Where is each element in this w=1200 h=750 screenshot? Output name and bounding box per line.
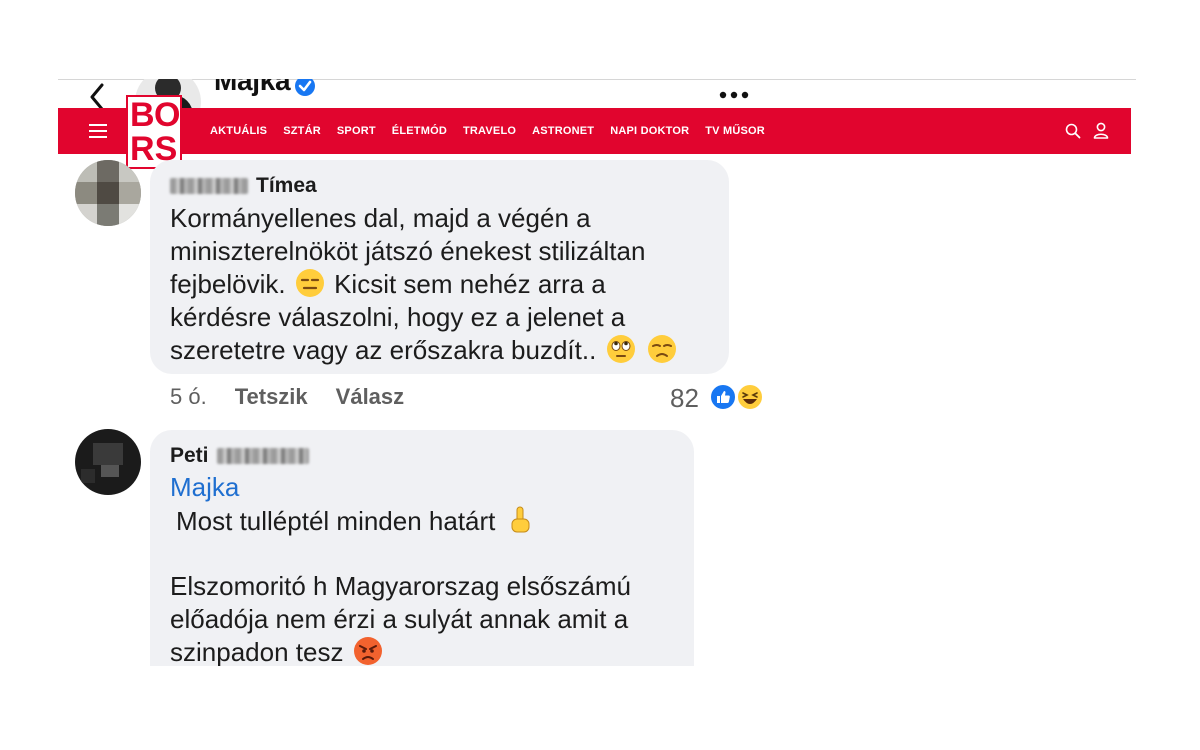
main-nav: AKTUÁLIS SZTÁR SPORT ÉLETMÓD TRAVELO AST… — [210, 108, 765, 154]
nav-item-napi-doktor[interactable]: NAPI DOKTOR — [610, 125, 689, 137]
angry-emoji-icon — [353, 637, 382, 665]
comment-actions: 5 ó. Tetszik Válasz — [170, 384, 404, 410]
hamburger-menu-icon[interactable] — [89, 123, 107, 139]
like-reaction-icon[interactable] — [710, 384, 736, 410]
comment-text-segment: szeretetre vagy az erőszakra buzdít.. — [170, 335, 597, 365]
haha-reaction-icon[interactable] — [737, 384, 763, 410]
post-header: Majka — [58, 79, 1136, 135]
commenter-avatar[interactable] — [75, 160, 141, 226]
profile-name[interactable]: Majka — [214, 79, 291, 97]
comment-line: fejbelövik. Kicsit sem nehéz arra a — [170, 268, 606, 301]
nav-item-astronet[interactable]: ASTRONET — [532, 125, 594, 137]
logo-letter: O — [154, 96, 181, 134]
screenshot-frame: Majka B O R S AKTUÁLIS SZTÁR SPORT ÉLETM… — [58, 79, 1136, 666]
comment-author[interactable]: Peti — [170, 444, 309, 468]
bors-logo[interactable]: B O R S — [128, 97, 180, 167]
nav-item-aktualis[interactable]: AKTUÁLIS — [210, 125, 267, 137]
comment-bubble: Peti Majka Most tulléptél minden határt … — [150, 430, 694, 666]
blurred-surname — [170, 178, 248, 194]
user-icon[interactable] — [1093, 122, 1109, 139]
comment-bubble: Tímea Kormányellenes dal, majd a végén a… — [150, 160, 729, 374]
comment-line: miniszterelnököt játszó énekest stilizál… — [170, 236, 646, 266]
logo-letter: B — [130, 96, 155, 134]
author-first-name: Peti — [170, 444, 209, 467]
comment-text-segment: fejbelövik. — [170, 269, 286, 299]
comment-line: szeretetre vagy az erőszakra buzdít.. — [170, 334, 679, 367]
like-button[interactable]: Tetszik — [235, 384, 308, 410]
bors-nav-bar: B O R S AKTUÁLIS SZTÁR SPORT ÉLETMÓD TRA… — [58, 97, 1131, 167]
nav-item-tv-musor[interactable]: TV MŰSOR — [705, 125, 765, 137]
reply-button[interactable]: Válasz — [336, 384, 405, 410]
pointing-up-emoji-icon — [511, 506, 530, 533]
nav-item-eletmod[interactable]: ÉLETMÓD — [392, 125, 447, 137]
nav-item-sport[interactable]: SPORT — [337, 125, 376, 137]
expressionless-emoji-icon — [295, 269, 324, 297]
search-icon[interactable] — [1065, 123, 1081, 139]
comment-time: 5 ó. — [170, 384, 207, 409]
comment-text-segment: Most tulléptél minden határt — [176, 506, 496, 536]
comment-text-segment: szinpadon tesz — [170, 637, 344, 666]
comment-text-segment: Kicsit sem nehéz arra a — [334, 269, 606, 299]
comment-line: Kormányellenes dal, majd a végén a — [170, 203, 591, 233]
comment-line: kérdésre válaszolni, hogy ez a jelenet a — [170, 302, 626, 332]
comment-line: előadója nem érzi a sulyát annak amit a — [170, 604, 629, 634]
comment-line: Most tulléptél minden határt — [176, 505, 537, 538]
reaction-count[interactable]: 82 — [670, 383, 699, 414]
nav-item-travelo[interactable]: TRAVELO — [463, 125, 516, 137]
eye-roll-emoji-icon — [606, 335, 635, 363]
comment-line: szinpadon tesz — [170, 636, 385, 666]
nav-item-sztar[interactable]: SZTÁR — [283, 125, 321, 137]
blurred-surname — [216, 448, 309, 464]
comment-line: Elszomoritó h Magyarorszag elsőszámú — [170, 571, 631, 601]
unamused-emoji-icon — [647, 335, 676, 363]
verified-badge-icon — [295, 79, 315, 96]
mention-link[interactable]: Majka — [170, 472, 239, 503]
author-first-name: Tímea — [256, 174, 317, 197]
commenter-avatar[interactable] — [75, 429, 141, 495]
more-dots-icon[interactable] — [718, 89, 750, 101]
comment-author[interactable]: Tímea — [170, 174, 317, 198]
back-arrow-icon[interactable] — [83, 81, 113, 111]
